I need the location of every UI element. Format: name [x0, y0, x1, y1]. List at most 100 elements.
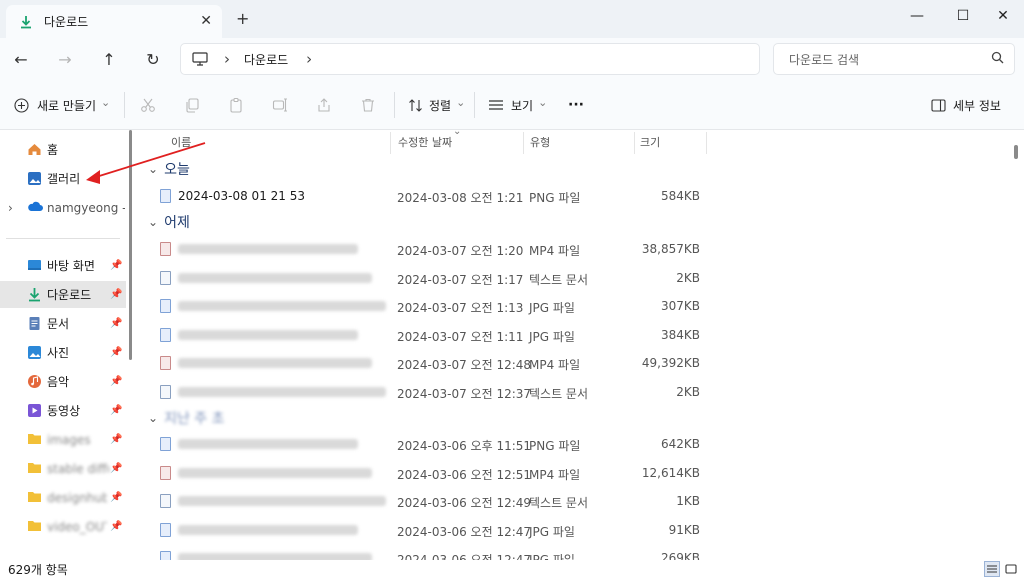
nav-pictures[interactable]: 사진 📌	[0, 339, 126, 366]
sort-icon	[408, 98, 423, 113]
file-type: MP4 파일	[529, 244, 581, 258]
search-box[interactable]: 다운로드 검색	[773, 43, 1015, 75]
nav-documents[interactable]: 문서 📌	[0, 310, 126, 337]
path-box[interactable]: › 다운로드 ›	[180, 43, 760, 75]
file-name	[178, 356, 372, 371]
search-icon[interactable]	[991, 51, 1004, 67]
sort-button[interactable]: 정렬 ⌄	[408, 93, 465, 117]
title-bar: 다운로드 ✕ + — ☐ ✕	[0, 0, 1024, 38]
nav-videos[interactable]: 동영상 📌	[0, 397, 126, 424]
paste-icon[interactable]	[228, 93, 244, 117]
cut-icon[interactable]	[140, 93, 156, 117]
column-header-size[interactable]: 크기	[640, 130, 660, 154]
minimize-button[interactable]: —	[894, 0, 940, 32]
file-row[interactable]: 2024-03-07 오전 12:48 MP4 파일 49,392KB	[140, 349, 708, 377]
details-pane-icon	[931, 98, 946, 112]
pin-icon[interactable]: 📌	[110, 347, 122, 358]
breadcrumb-downloads[interactable]: 다운로드	[244, 51, 288, 68]
column-header-type[interactable]: 유형	[530, 130, 550, 154]
column-divider[interactable]	[634, 132, 635, 154]
file-size: 584KB	[660, 189, 700, 203]
group-header-earlier[interactable]: ⌄ 지난 주 초	[148, 407, 224, 429]
chevron-right-icon[interactable]: ›	[306, 50, 312, 68]
copy-icon[interactable]	[184, 93, 200, 117]
divider	[394, 92, 395, 118]
nav-label: stable diffusi	[47, 461, 109, 476]
column-divider[interactable]	[706, 132, 707, 154]
pin-icon[interactable]: 📌	[110, 260, 122, 271]
file-row[interactable]: 2024-03-08 01 21 53 2024-03-08 오전 1:21 PNG…	[140, 182, 708, 210]
file-size: 2KB	[676, 384, 700, 399]
chevron-right-icon[interactable]: ›	[8, 201, 13, 215]
file-size: 91KB	[668, 522, 700, 537]
tab-downloads[interactable]: 다운로드 ✕	[6, 5, 222, 38]
file-size: 2KB	[676, 270, 700, 285]
pin-icon[interactable]: 📌	[110, 434, 122, 445]
nav-label: designhub	[47, 490, 107, 505]
file-row[interactable]: 2024-03-07 오전 12:37 텍스트 문서 2KB	[140, 378, 708, 406]
column-header-date[interactable]: 수정한 날짜	[398, 130, 452, 154]
share-icon[interactable]	[316, 93, 332, 117]
file-row[interactable]: 2024-03-07 오전 1:20 MP4 파일 38,857KB	[140, 235, 708, 263]
file-row[interactable]: 2024-03-07 오전 1:13 JPG 파일 307KB	[140, 292, 708, 320]
navigation-pane: 홈 갤러리 › namgyeong - 개인 바탕 화면 📌 다운로드 📌 문서…	[0, 130, 132, 560]
pin-icon[interactable]: 📌	[110, 405, 122, 416]
file-row[interactable]: 2024-03-06 오전 12:49 텍스트 문서 1KB	[140, 487, 708, 515]
new-tab-button[interactable]: +	[236, 9, 249, 28]
pin-icon[interactable]: 📌	[110, 289, 122, 300]
file-row[interactable]: 2024-03-07 오전 1:11 JPG 파일 384KB	[140, 321, 708, 349]
pin-icon[interactable]: 📌	[110, 492, 122, 503]
details-view-button[interactable]	[984, 561, 1000, 577]
tab-close-button[interactable]: ✕	[200, 13, 212, 29]
chevron-right-icon: ›	[224, 50, 230, 68]
nav-onedrive[interactable]: › namgyeong - 개인	[0, 194, 126, 221]
nav-home[interactable]: 홈	[0, 136, 126, 163]
nav-scrollbar[interactable]	[129, 130, 132, 360]
pc-icon[interactable]	[192, 51, 208, 67]
pin-icon[interactable]: 📌	[110, 376, 122, 387]
more-options-button[interactable]: ···	[568, 93, 584, 117]
group-header-yesterday[interactable]: ⌄ 어제	[148, 211, 190, 233]
refresh-button[interactable]: ↻	[141, 47, 165, 71]
nav-folder-images[interactable]: images 📌	[0, 426, 126, 453]
up-button[interactable]: ↑	[97, 47, 121, 71]
nav-label: 사진	[47, 346, 70, 360]
video-icon	[27, 403, 42, 418]
delete-icon[interactable]	[360, 93, 376, 117]
file-icon	[160, 189, 171, 203]
pin-icon[interactable]: 📌	[110, 463, 122, 474]
back-button[interactable]: ←	[9, 47, 33, 71]
file-row[interactable]: 2024-03-07 오전 1:17 텍스트 문서 2KB	[140, 264, 708, 292]
file-row[interactable]: 2024-03-06 오전 12:47 JPG 파일 91KB	[140, 516, 708, 544]
view-button[interactable]: 보기 ⌄	[488, 93, 547, 117]
file-name	[178, 437, 358, 452]
new-button[interactable]: 새로 만들기 ⌄	[14, 93, 110, 117]
nav-folder-stable-diffusion[interactable]: stable diffusi 📌	[0, 455, 126, 482]
nav-downloads[interactable]: 다운로드 📌	[0, 281, 126, 308]
nav-folder-video-output[interactable]: video_OUTPI 📌	[0, 513, 126, 540]
file-icon	[160, 356, 171, 370]
nav-desktop[interactable]: 바탕 화면 📌	[0, 252, 126, 279]
content-scrollbar[interactable]	[1014, 145, 1018, 159]
close-window-button[interactable]: ✕	[980, 0, 1024, 32]
tiles-view-button[interactable]	[1003, 561, 1019, 577]
rename-icon[interactable]	[272, 93, 288, 117]
group-header-today[interactable]: ⌄ 오늘	[148, 158, 190, 180]
column-header-name[interactable]: 이름	[171, 130, 191, 154]
file-size: 12,614KB	[641, 465, 700, 480]
file-row[interactable]: 2024-03-06 오전 12:51 MP4 파일 12,614KB	[140, 459, 708, 487]
file-row[interactable]: 2024-03-06 오후 11:51 PNG 파일 642KB	[140, 430, 708, 458]
column-divider[interactable]	[390, 132, 391, 154]
pin-icon[interactable]: 📌	[110, 318, 122, 329]
file-icon	[160, 522, 171, 537]
nav-label: 다운로드	[47, 288, 92, 302]
nav-gallery[interactable]: 갤러리	[0, 165, 126, 192]
music-icon	[27, 374, 42, 389]
column-divider[interactable]	[523, 132, 524, 154]
file-name: 2024-03-08 01 21 53	[178, 189, 305, 203]
nav-music[interactable]: 음악 📌	[0, 368, 126, 395]
forward-button[interactable]: →	[53, 47, 77, 71]
nav-folder-designhub[interactable]: designhub 📌	[0, 484, 126, 511]
details-pane-button[interactable]: 세부 정보	[931, 93, 1001, 117]
pin-icon[interactable]: 📌	[110, 521, 122, 532]
